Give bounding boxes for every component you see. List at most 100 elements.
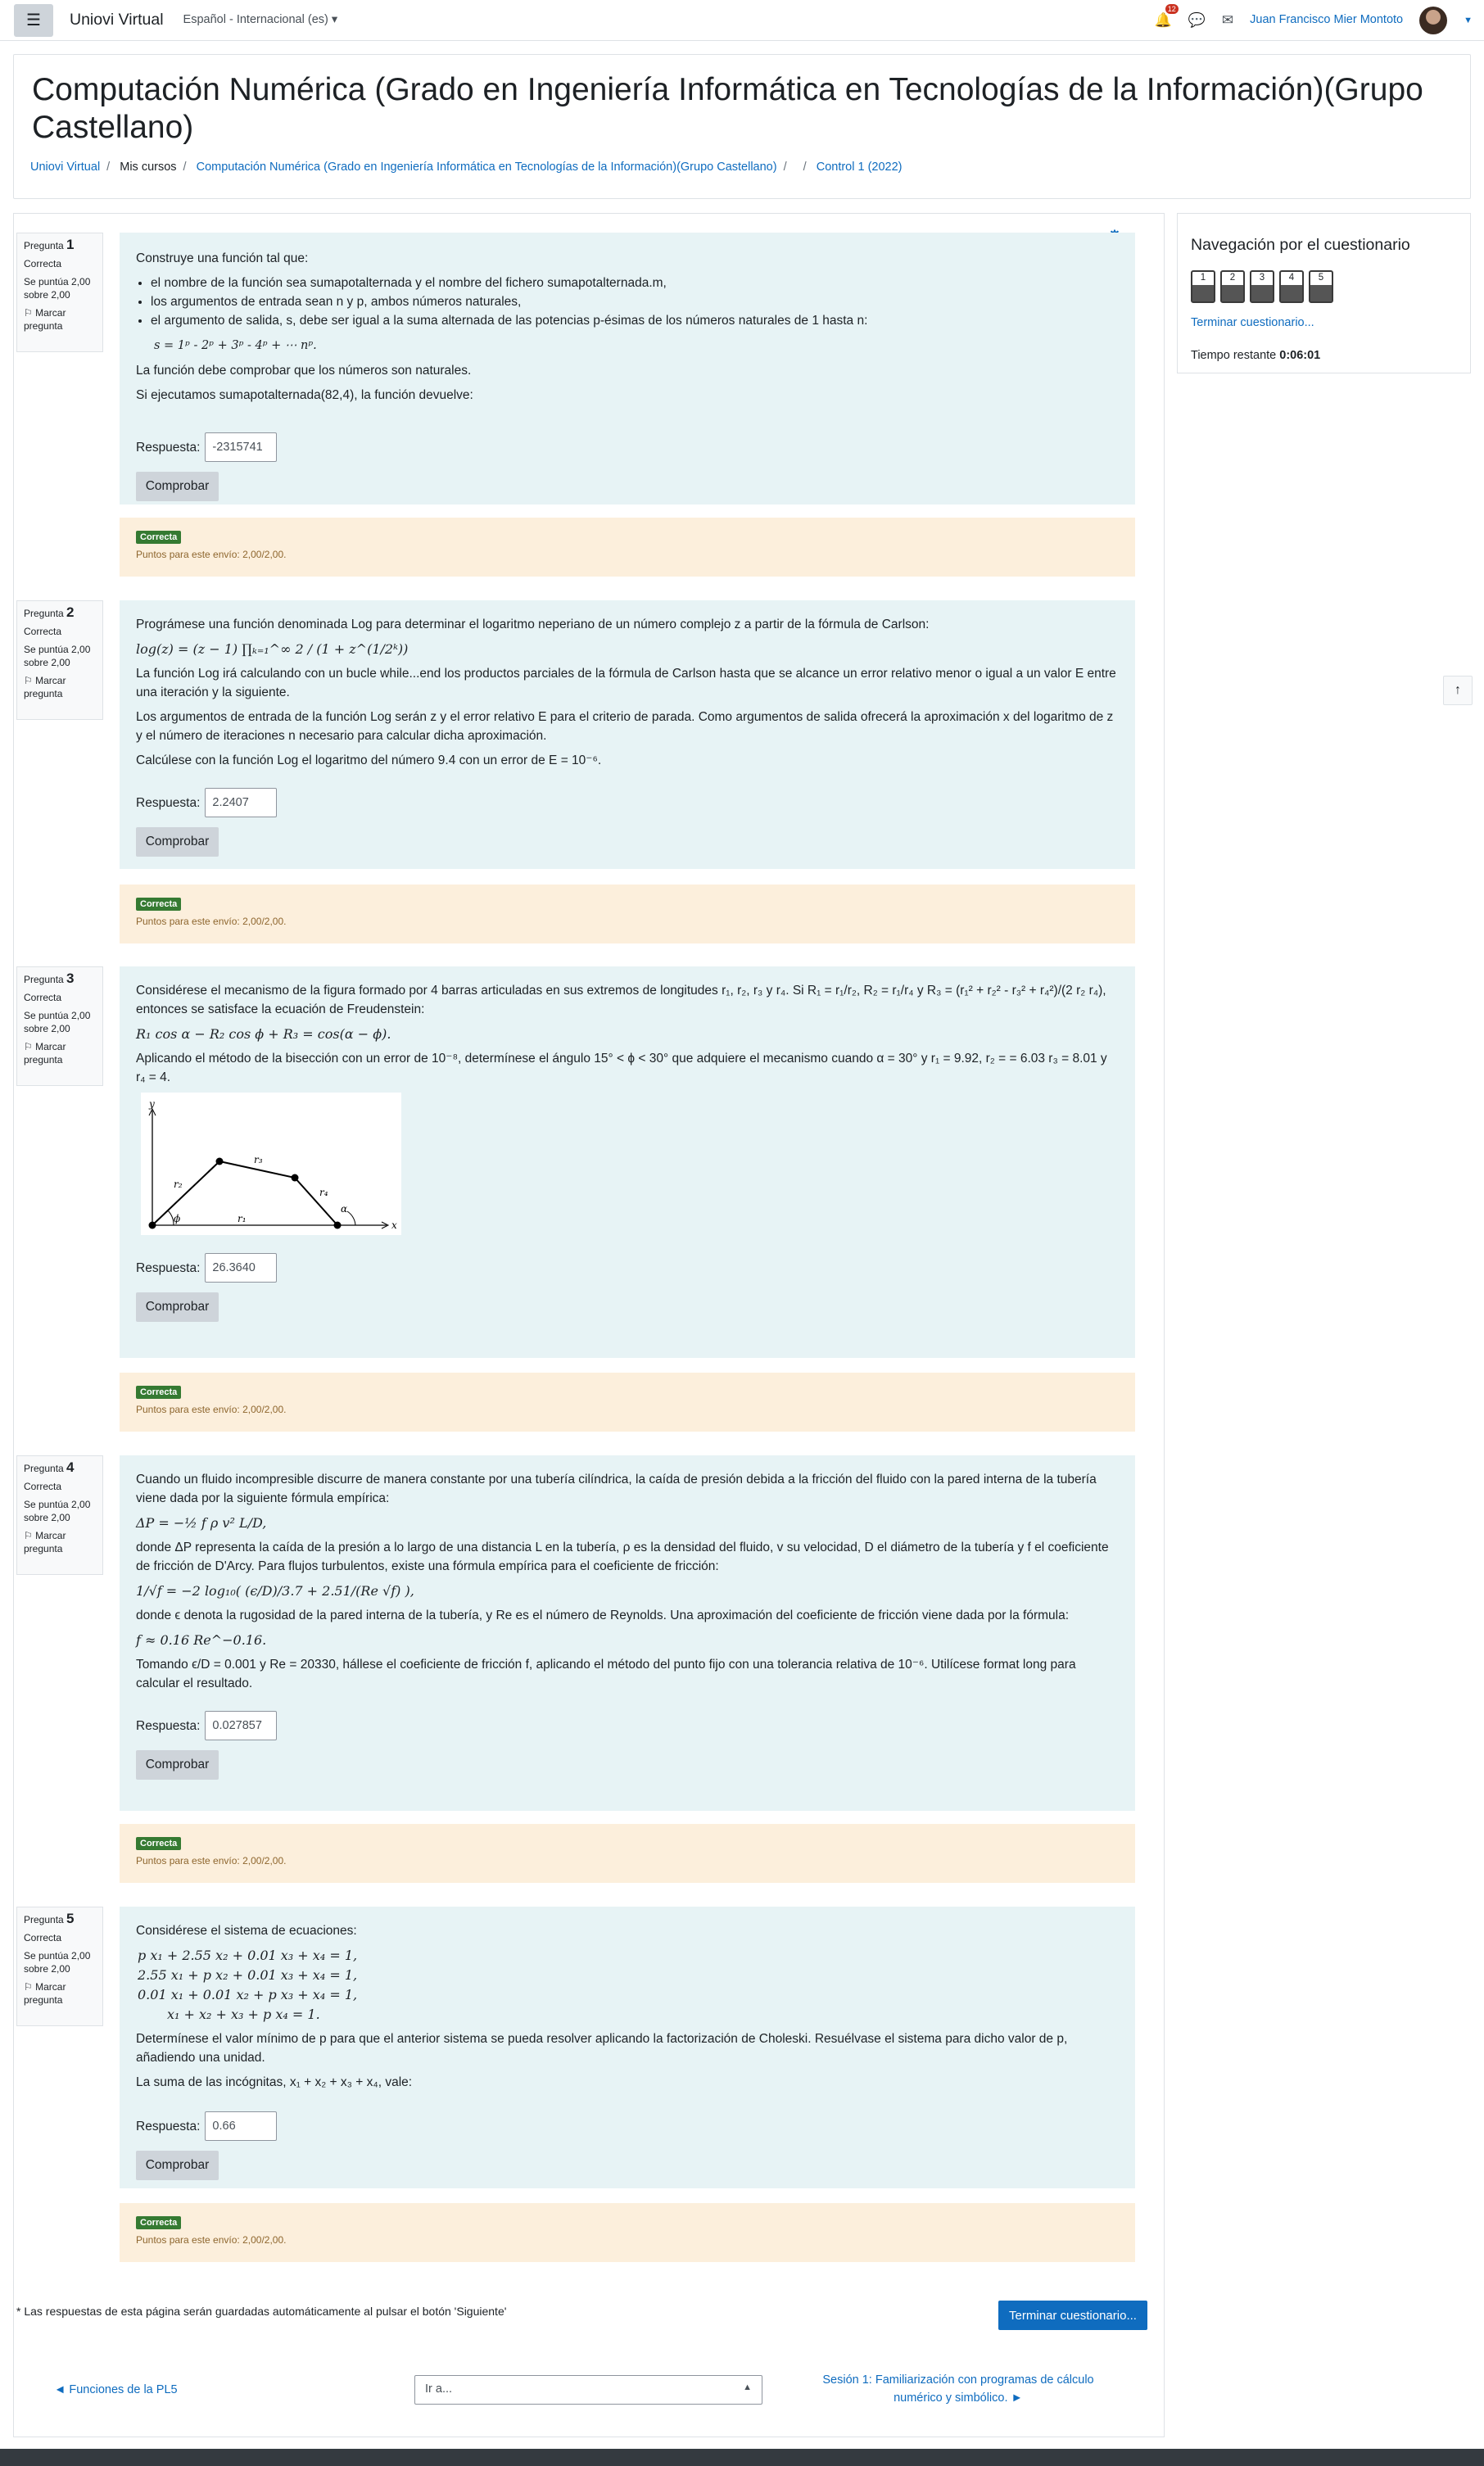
paragraph: Determínese el valor mínimo de p para qu… (136, 2032, 1068, 2065)
question-number: Pregunta 4 (24, 1459, 75, 1475)
avatar[interactable] (1419, 7, 1448, 34)
r2-label: r₂ (174, 1179, 183, 1190)
question-status: Correcta (24, 992, 62, 1003)
flag-question-button[interactable]: ⚐ Marcar pregunta (24, 1529, 96, 1555)
answer-input[interactable] (205, 1253, 278, 1283)
paragraph: Cuando un fluido incompresible discurre … (136, 1473, 1097, 1505)
status-badge: Correcta (136, 1386, 182, 1399)
site-brand[interactable]: Uniovi Virtual (70, 8, 164, 32)
mechanism-figure: y x r₁ r₂ r₃ r₄ ϕ α (141, 1093, 401, 1235)
check-button[interactable]: Comprobar (136, 1292, 219, 1322)
chevron-down-icon[interactable]: ▼ (1464, 14, 1473, 28)
block-title: Navegación por el cuestionario (1191, 236, 1410, 254)
previous-activity-link[interactable]: ◄ Funciones de la PL5 (54, 2382, 178, 2400)
question-number: Pregunta 3 (24, 971, 75, 986)
paragraph: Aplicando el método de la bisección con … (136, 1052, 1107, 1084)
check-button[interactable]: Comprobar (136, 2151, 219, 2180)
list-item: el argumento de salida, s, debe ser igua… (151, 311, 1119, 330)
question-info-5: Pregunta 5 Correcta Se puntúa 2,00 sobre… (16, 1907, 103, 2026)
flag-question-button[interactable]: ⚐ Marcar pregunta (24, 1040, 96, 1066)
equation: 0.01 x₁ + 0.01 x₂ + p x₃ + x₄ = 1, (138, 1987, 358, 2002)
autosave-note: * Las respuestas de esta página serán gu… (16, 2305, 507, 2318)
finish-attempt-button[interactable]: Terminar cuestionario... (998, 2301, 1147, 2330)
flag-icon: ⚐ (24, 307, 33, 319)
joint (148, 1221, 156, 1229)
paragraph: Si ejecutamos sumapotalternada(82,4), la… (136, 388, 473, 402)
page-footer (0, 2449, 1484, 2466)
breadcrumb: Uniovi Virtual / Mis cursos / Computación … (30, 161, 903, 174)
time-remaining: Tiempo restante 0:06:01 (1191, 347, 1457, 365)
top-navbar: ☰ Uniovi Virtual Español - Internacional… (0, 0, 1484, 41)
formula: R₁ cos α − R₂ cos ϕ + R₃ = cos(α − ϕ). (136, 1026, 391, 1042)
four-bar-diagram: y x r₁ r₂ r₃ r₄ ϕ α (148, 1098, 397, 1231)
requirements-list: el nombre de la función sea sumapotalter… (151, 274, 1119, 330)
x-label: x (391, 1219, 397, 1231)
breadcrumb-course[interactable]: Computación Numérica (Grado en Ingenierí… (197, 161, 777, 174)
list-item: el nombre de la función sea sumapotalter… (151, 274, 1119, 292)
question-status: Correcta (24, 626, 62, 637)
finish-attempt-link[interactable]: Terminar cuestionario... (1191, 314, 1457, 333)
paragraph: La función Log irá calculando con un buc… (136, 667, 1116, 699)
joint (215, 1157, 224, 1165)
notifications-button[interactable]: 🔔 12 (1155, 4, 1179, 31)
page-title: Computación Numérica (Grado en Ingenierí… (32, 72, 1423, 145)
flag-question-button[interactable]: ⚐ Marcar pregunta (24, 306, 96, 333)
status-badge: Correcta (136, 2216, 182, 2229)
navbar-right: 🔔 12 💬 ✉ Juan Francisco Mier Montoto ▼ (1155, 0, 1473, 41)
flag-question-button[interactable]: ⚐ Marcar pregunta (24, 1980, 96, 2007)
quiz-nav-button-4[interactable]: 4 (1279, 270, 1304, 304)
menu-button[interactable]: ☰ (14, 3, 53, 37)
phi-label: ϕ (174, 1213, 180, 1224)
quiz-nav-button-5[interactable]: 5 (1309, 270, 1333, 304)
question-info-4: Pregunta 4 Correcta Se puntúa 2,00 sobre… (16, 1455, 103, 1575)
jump-placeholder: Ir a... (425, 2382, 453, 2396)
time-label: Tiempo restante (1191, 349, 1277, 362)
answer-input[interactable] (205, 432, 278, 462)
user-name: Juan Francisco Mier Montoto (1250, 13, 1404, 27)
feedback-3: Correcta Puntos para este envío: 2,00/2,0… (120, 1373, 1135, 1432)
user-menu[interactable]: Juan Francisco Mier Montoto (1250, 11, 1403, 29)
quiz-nav-button-2[interactable]: 2 (1220, 270, 1245, 304)
flag-question-button[interactable]: ⚐ Marcar pregunta (24, 674, 96, 700)
question-number: Pregunta 5 (24, 1911, 75, 1926)
answer-input[interactable] (205, 1711, 278, 1740)
formula: 1/√f = −2 log₁₀( (ϵ/D)/3.7 + 2.51/(Re √f… (136, 1583, 414, 1599)
feedback-5: Correcta Puntos para este envío: 2,00/2,0… (120, 2203, 1135, 2262)
answer-row: Respuesta: (136, 1253, 1119, 1283)
answer-label: Respuesta: (136, 440, 201, 455)
paragraph: La función debe comprobar que los número… (136, 364, 472, 378)
select-arrows-icon: ▲ (743, 2382, 752, 2392)
check-button[interactable]: Comprobar (136, 472, 219, 501)
back-to-top-button[interactable]: ↑ (1443, 676, 1473, 705)
answer-input[interactable] (205, 2111, 278, 2141)
next-activity-link[interactable]: Sesión 1: Familiarización con programas … (803, 2371, 1114, 2407)
question-info-3: Pregunta 3 Correcta Se puntúa 2,00 sobre… (16, 966, 103, 1086)
question-score: Se puntúa 2,00 sobre 2,00 (24, 1950, 91, 1975)
answer-input[interactable] (205, 788, 278, 817)
jump-to-select[interactable]: Ir a... ▲ (414, 2375, 762, 2405)
question-number: Pregunta 1 (24, 237, 75, 252)
quiz-nav-button-3[interactable]: 3 (1250, 270, 1274, 304)
paragraph: La suma de las incógnitas, x₁ + x₂ + x₃ … (136, 2075, 413, 2089)
equation-system: p x₁ + 2.55 x₂ + 0.01 x₃ + x₄ = 1, 2.55 … (138, 1946, 1119, 2025)
check-button[interactable]: Comprobar (136, 1750, 219, 1780)
mail-icon[interactable]: ✉ (1222, 10, 1233, 31)
formula: s = 1ᵖ - 2ᵖ + 3ᵖ - 4ᵖ + ⋯ nᵖ. (154, 339, 317, 352)
paragraph: Los argumentos de entrada de la función … (136, 710, 1114, 743)
timer-value: 0:06:01 (1279, 349, 1321, 362)
question-text-5: Considérese el sistema de ecuaciones: p … (120, 1907, 1135, 2188)
joint (291, 1174, 299, 1182)
alpha-arc (346, 1210, 356, 1226)
page-header: Computación Numérica (Grado en Ingenierí… (13, 54, 1471, 199)
quiz-nav-button-1[interactable]: 1 (1191, 270, 1215, 304)
joint (333, 1221, 342, 1229)
breadcrumb-quiz[interactable]: Control 1 (2022) (817, 161, 903, 174)
breadcrumb-home[interactable]: Uniovi Virtual (30, 161, 100, 174)
question-score: Se puntúa 2,00 sobre 2,00 (24, 1010, 91, 1034)
messages-button[interactable]: 💬 (1188, 10, 1206, 31)
check-button[interactable]: Comprobar (136, 827, 219, 857)
answer-row: Respuesta: (136, 1711, 1119, 1740)
answer-row: Respuesta: (136, 432, 1119, 462)
language-selector[interactable]: Español - Internacional (es) ▾ (183, 11, 338, 29)
points-text: Puntos para este envío: 2,00/2,00. (136, 2234, 287, 2246)
